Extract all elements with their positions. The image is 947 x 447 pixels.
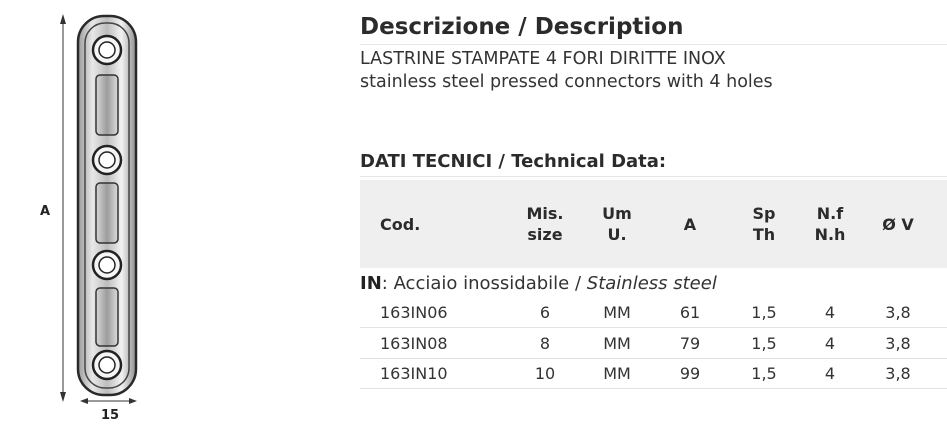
cell-a: 79: [679, 334, 701, 353]
cell-code: 163IN08: [380, 334, 448, 353]
cell-holes: 4: [824, 364, 836, 383]
cell-diameter: 3,8: [885, 334, 911, 353]
cell-unit: MM: [603, 364, 631, 383]
cell-code: 163IN10: [380, 364, 448, 383]
cell-thickness: 1,5: [751, 364, 777, 383]
header-code-label: Cod.: [380, 214, 421, 234]
cell-holes: 4: [824, 334, 836, 353]
table-row: 163IN06 6 MM 61 1,5 4 3,8: [360, 298, 947, 328]
header-code: Cod.: [380, 180, 440, 268]
product-drawing: A 15: [0, 0, 180, 443]
header-holes-line1: N.f: [816, 204, 844, 223]
header-size-line1: Mis.: [526, 204, 564, 223]
header-a: A: [658, 180, 722, 268]
header-size-line2: size: [527, 225, 563, 244]
cell-diameter: 3,8: [885, 303, 911, 322]
technical-data-divider: [360, 176, 947, 177]
header-unit: Um U.: [584, 180, 650, 268]
dimension-a-label: A: [40, 204, 51, 219]
cell-code: 163IN06: [380, 303, 448, 322]
header-diameter-label: Ø V: [882, 214, 914, 234]
header-thickness: Sp Th: [732, 180, 796, 268]
header-thickness-line2: Th: [752, 225, 776, 244]
header-holes: N.f N.h: [798, 180, 862, 268]
material-italian: Acciaio inossidabile /: [393, 273, 587, 294]
cell-size: 6: [539, 303, 551, 322]
cell-unit: MM: [603, 334, 631, 353]
technical-data-title: DATI TECNICI / Technical Data:: [360, 151, 667, 172]
header-size: Mis. size: [510, 180, 580, 268]
cell-thickness: 1,5: [751, 334, 777, 353]
header-holes-line2: N.h: [814, 225, 846, 244]
header-thickness-line1: Sp: [752, 204, 776, 223]
header-unit-line1: Um: [602, 204, 632, 223]
cell-a: 99: [679, 364, 701, 383]
table-header: Cod. Mis. size Um U. A Sp Th N.f N.h Ø V: [360, 180, 947, 268]
cell-size: 8: [539, 334, 551, 353]
description-english: stainless steel pressed connectors with …: [360, 72, 773, 92]
header-unit-line2: U.: [607, 225, 627, 244]
material-english: Stainless steel: [586, 273, 717, 294]
header-a-label: A: [683, 214, 697, 234]
material-separator: :: [381, 273, 394, 294]
cell-holes: 4: [824, 303, 836, 322]
material-line: IN: Acciaio inossidabile / Stainless ste…: [360, 273, 717, 294]
connector-plate-illustration: [60, 14, 138, 404]
description-divider: [360, 44, 947, 45]
product-info: Descrizione / Description LASTRINE STAMP…: [360, 0, 947, 443]
table-row: 163IN10 10 MM 99 1,5 4 3,8: [360, 359, 947, 389]
dimension-width-label: 15: [101, 408, 120, 423]
cell-a: 61: [679, 303, 701, 322]
description-title: Descrizione / Description: [360, 14, 684, 40]
material-prefix: IN: [360, 273, 382, 294]
cell-thickness: 1,5: [751, 303, 777, 322]
cell-diameter: 3,8: [885, 364, 911, 383]
description-italian: LASTRINE STAMPATE 4 FORI DIRITTE INOX: [360, 49, 726, 69]
cell-unit: MM: [603, 303, 631, 322]
cell-size: 10: [534, 364, 556, 383]
table-row: 163IN08 8 MM 79 1,5 4 3,8: [360, 329, 947, 359]
header-diameter: Ø V: [866, 180, 930, 268]
